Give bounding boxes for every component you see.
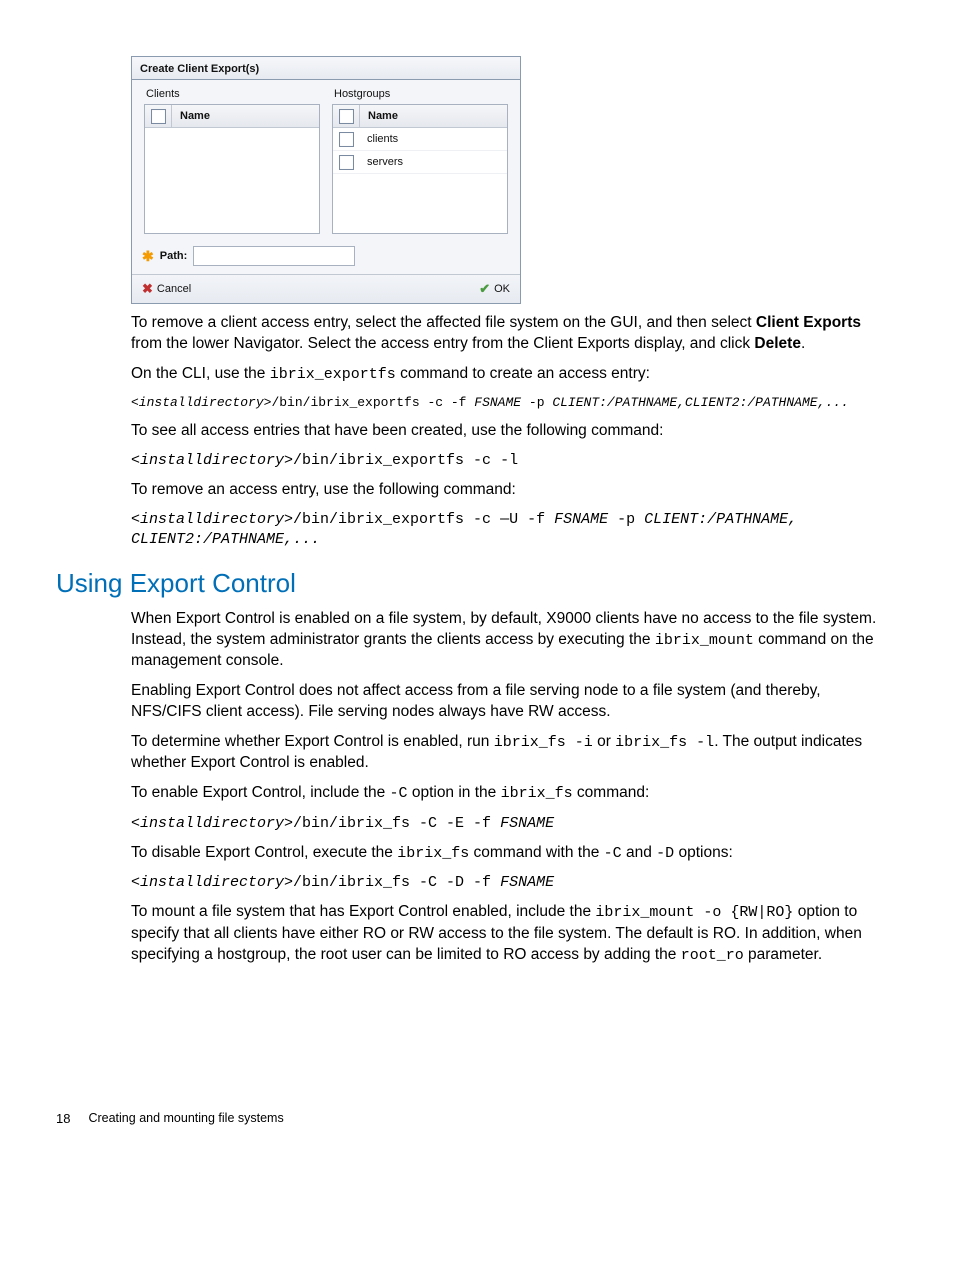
row-label: servers [359, 156, 507, 168]
code-line: <installdirectory>/bin/ibrix_exportfs -c… [131, 451, 888, 471]
check-icon: ✔ [479, 281, 490, 297]
cancel-button[interactable]: ✖ Cancel [142, 281, 191, 297]
clients-select-all-checkbox[interactable] [151, 109, 166, 124]
ok-button[interactable]: ✔ OK [479, 281, 510, 297]
paragraph: To remove a client access entry, select … [131, 313, 888, 355]
paragraph: To determine whether Export Control is e… [131, 732, 888, 774]
paragraph: To enable Export Control, include the -C… [131, 783, 888, 804]
dialog-title: Create Client Export(s) [132, 57, 520, 80]
create-client-exports-dialog: Create Client Export(s) Clients Name Hos… [131, 56, 521, 304]
paragraph: To mount a file system that has Export C… [131, 902, 888, 965]
table-row[interactable]: servers [333, 151, 507, 174]
path-label: Path: [160, 250, 188, 262]
clients-header: Clients [144, 88, 320, 100]
required-asterisk-icon: ✱ [142, 248, 154, 265]
clients-table: Name [144, 104, 320, 234]
page-number: 18 [56, 1111, 70, 1126]
code-line: <installdirectory>/bin/ibrix_exportfs -c… [131, 394, 888, 412]
hostgroups-name-column: Name [360, 105, 507, 127]
cancel-label: Cancel [157, 283, 191, 295]
code-line: <installdirectory>/bin/ibrix_fs -C -D -f… [131, 873, 888, 893]
paragraph: Enabling Export Control does not affect … [131, 681, 888, 723]
path-input[interactable] [193, 246, 355, 266]
hostgroups-header: Hostgroups [332, 88, 508, 100]
footer-title: Creating and mounting file systems [88, 1111, 283, 1126]
clients-name-column: Name [172, 105, 319, 127]
paragraph: To see all access entries that have been… [131, 421, 888, 442]
page-footer: 18 Creating and mounting file systems [56, 1111, 284, 1126]
paragraph: To disable Export Control, execute the i… [131, 843, 888, 864]
row-checkbox[interactable] [339, 155, 354, 170]
row-checkbox[interactable] [339, 132, 354, 147]
hostgroups-select-all-checkbox[interactable] [339, 109, 354, 124]
paragraph: To remove an access entry, use the follo… [131, 480, 888, 501]
row-label: clients [359, 133, 507, 145]
table-row[interactable]: clients [333, 128, 507, 151]
code-line: <installdirectory>/bin/ibrix_fs -C -E -f… [131, 814, 888, 834]
code-line: <installdirectory>/bin/ibrix_exportfs -c… [131, 510, 888, 551]
close-icon: ✖ [142, 281, 153, 297]
paragraph: On the CLI, use the ibrix_exportfs comma… [131, 364, 888, 385]
hostgroups-table: Name clients servers [332, 104, 508, 234]
ok-label: OK [494, 283, 510, 295]
section-heading: Using Export Control [56, 568, 898, 599]
paragraph: When Export Control is enabled on a file… [131, 609, 888, 672]
